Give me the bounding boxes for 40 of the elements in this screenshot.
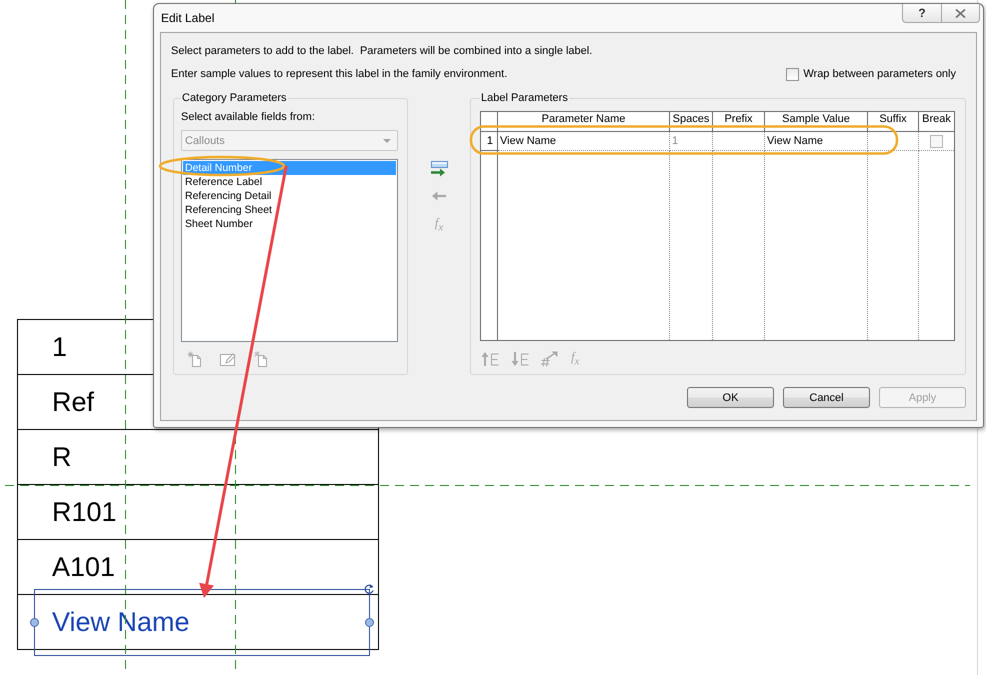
tag-text: 1: [52, 331, 68, 363]
row-number: 1: [481, 132, 498, 151]
list-item[interactable]: Sheet Number: [183, 217, 396, 231]
field-prompt: Select available fields from:: [181, 110, 316, 124]
tag-text: A101: [52, 551, 116, 583]
group-title: Category Parameters: [181, 91, 288, 105]
list-item[interactable]: Reference Label: [183, 175, 396, 189]
column-header: Parameter Name: [498, 112, 670, 132]
column-header: Sample Value: [765, 112, 868, 132]
selection-frame[interactable]: [34, 589, 370, 656]
list-item[interactable]: Referencing Detail: [183, 189, 396, 203]
close-icon: [955, 8, 966, 18]
window-title: Edit Label: [161, 11, 214, 25]
help-button[interactable]: ?: [902, 4, 941, 23]
instruction-text: Enter sample values to represent this label in the family environment.: [171, 67, 508, 81]
close-button[interactable]: [941, 4, 980, 23]
column-header: Suffix: [868, 112, 919, 132]
dialog-button[interactable]: OK: [687, 387, 774, 408]
rotate-icon[interactable]: [363, 583, 375, 595]
tag-text: Ref: [52, 386, 94, 418]
column-header: Spaces: [670, 112, 713, 132]
list-item[interactable]: Referencing Sheet: [183, 203, 396, 217]
tag-text: R: [52, 441, 72, 473]
group-title: Label Parameters: [480, 91, 569, 105]
add-to-list-icon[interactable]: [429, 161, 449, 177]
dialog-button[interactable]: Cancel: [783, 387, 870, 408]
tag-text: View Name: [52, 606, 190, 638]
checkbox-label: Wrap between parameters only: [803, 67, 956, 81]
drag-handle[interactable]: [365, 618, 374, 627]
column-header: Prefix: [713, 112, 765, 132]
table-cell: View Name: [765, 132, 868, 151]
table-cell: 1: [670, 132, 713, 151]
tag-text: R101: [52, 496, 117, 528]
checkbox[interactable]: [786, 68, 800, 80]
table-cell: View Name: [498, 132, 670, 151]
checkbox[interactable]: [930, 134, 943, 148]
caret-icon: [383, 138, 391, 142]
drag-handle[interactable]: [30, 618, 39, 627]
instruction-text: Select parameters to add to the label. Parameters will be combined into a single label.: [171, 44, 594, 58]
column-header: Break: [919, 112, 954, 132]
